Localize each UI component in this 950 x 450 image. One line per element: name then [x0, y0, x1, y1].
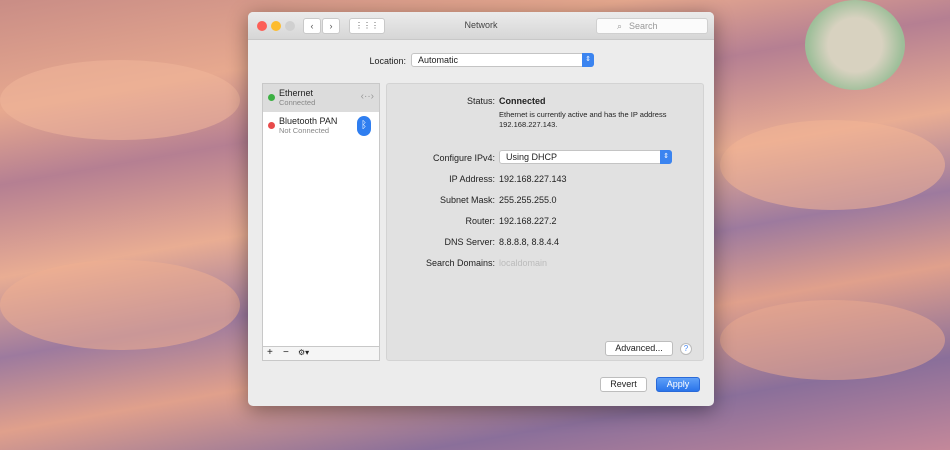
chevron-updown-icon: ⇕ [582, 53, 594, 67]
chevron-updown-icon: ⇕ [660, 150, 672, 164]
add-service-button[interactable]: + [267, 347, 273, 359]
ethernet-arrows-icon: ‹··› [360, 91, 374, 102]
avatar [805, 0, 905, 90]
remove-service-button[interactable]: − [283, 347, 289, 359]
status-value: Connected [499, 96, 546, 106]
network-window: ‹ › ⋮⋮⋮ Network ⌕ Search Location: Automa… [248, 12, 714, 406]
status-dot-icon [268, 122, 275, 129]
background-dune [720, 300, 945, 380]
configure-ipv4-value: Using DHCP [506, 152, 558, 162]
search-input[interactable]: ⌕ Search [596, 18, 708, 34]
background-dune [0, 260, 240, 350]
bluetooth-icon: ᛒ [357, 116, 371, 136]
ip-address-value: 192.168.227.143 [499, 174, 567, 184]
search-domains-label: Search Domains: [425, 258, 495, 268]
background-dune [720, 120, 945, 210]
service-item-ethernet[interactable]: Ethernet Connected ‹··› [263, 84, 379, 112]
status-description: Ethernet is currently active and has the… [499, 110, 667, 129]
router-value: 192.168.227.2 [499, 216, 557, 226]
list-toolbar: + − ⚙▾ [263, 346, 379, 360]
configure-ipv4-label: Configure IPv4: [432, 153, 495, 163]
search-icon: ⌕ [617, 21, 623, 31]
service-item-bluetooth-pan[interactable]: Bluetooth PAN Not Connected ᛒ [263, 112, 379, 140]
help-icon[interactable]: ? [680, 343, 692, 355]
revert-button[interactable]: Revert [600, 377, 647, 392]
subnet-mask-value: 255.255.255.0 [499, 195, 557, 205]
advanced-button[interactable]: Advanced... [605, 341, 673, 356]
service-list: Ethernet Connected ‹··› Bluetooth PAN No… [262, 83, 380, 361]
dns-server-value: 8.8.8.8, 8.8.4.4 [499, 237, 560, 247]
search-placeholder: Search [629, 21, 658, 31]
detail-pane: Status: Connected Ethernet is currently … [386, 83, 704, 361]
dns-server-label: DNS Server: [444, 237, 495, 247]
background-dune [0, 60, 240, 140]
subnet-mask-label: Subnet Mask: [439, 195, 495, 205]
apply-button[interactable]: Apply [656, 377, 700, 392]
location-value: Automatic [418, 55, 459, 65]
ip-address-label: IP Address: [449, 174, 495, 184]
gear-icon[interactable]: ⚙▾ [298, 347, 309, 359]
title-bar: ‹ › ⋮⋮⋮ Network ⌕ Search [248, 12, 714, 40]
status-dot-icon [268, 94, 275, 101]
router-label: Router: [465, 216, 495, 226]
status-label: Status: [466, 96, 495, 106]
search-domains-value: localdomain [499, 258, 548, 268]
location-label: Location: [369, 56, 406, 66]
configure-ipv4-select[interactable]: Using DHCP ⇕ [499, 150, 672, 164]
location-select[interactable]: Automatic ⇕ [411, 53, 594, 67]
